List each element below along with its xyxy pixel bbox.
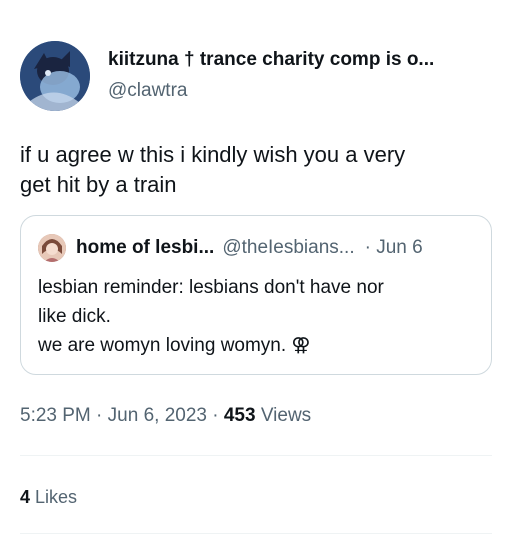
author-display-name[interactable]: kiitzuna † trance charity comp is o... (108, 49, 498, 71)
tweet-time[interactable]: 5:23 PM (20, 405, 91, 426)
quoted-text-line: we are womyn loving womyn. ⚢ (38, 335, 311, 356)
author-handle[interactable]: @clawtra (108, 80, 187, 102)
tweet-text-line: if u agree w this i kindly wish you a ve… (20, 142, 406, 167)
tweet-text: if u agree w this i kindly wish you a ve… (20, 140, 490, 200)
quoted-profile-avatar-icon (38, 234, 66, 262)
quoted-text-line: lesbian reminder: lesbians don't have no… (38, 277, 384, 298)
tweet-metadata: 5:23 PM · Jun 6, 2023 · 453 Views (20, 405, 311, 427)
quoted-text-line: like dick. (38, 306, 111, 327)
quoted-tweet-text: lesbian reminder: lesbians don't have no… (38, 273, 478, 360)
tweet-date[interactable]: Jun 6, 2023 (108, 405, 207, 426)
views-count: 453 (223, 405, 256, 426)
quoted-tweet-date[interactable]: · Jun 6 (365, 237, 423, 258)
meta-separator: · (96, 405, 103, 426)
tweet-text-line: get hit by a train (20, 172, 177, 197)
meta-separator: · (212, 405, 219, 426)
profile-avatar-icon (20, 41, 90, 111)
quoted-tweet-header: home of lesbi... @theIesbians... · Jun 6 (76, 237, 423, 259)
divider (20, 533, 492, 534)
likes-label: Likes (35, 487, 78, 507)
quoted-author-handle[interactable]: @theIesbians... (222, 237, 354, 258)
views-label: Views (260, 405, 312, 426)
quoted-tweet-card[interactable]: home of lesbi... @theIesbians... · Jun 6 l… (20, 215, 492, 375)
quoted-author-display-name[interactable]: home of lesbi... (76, 237, 214, 258)
divider (20, 455, 492, 456)
author-avatar[interactable] (20, 41, 90, 111)
likes-count: 4 (20, 487, 31, 507)
likes-stat[interactable]: 4 Likes (20, 487, 77, 508)
quoted-author-avatar[interactable] (38, 234, 66, 262)
